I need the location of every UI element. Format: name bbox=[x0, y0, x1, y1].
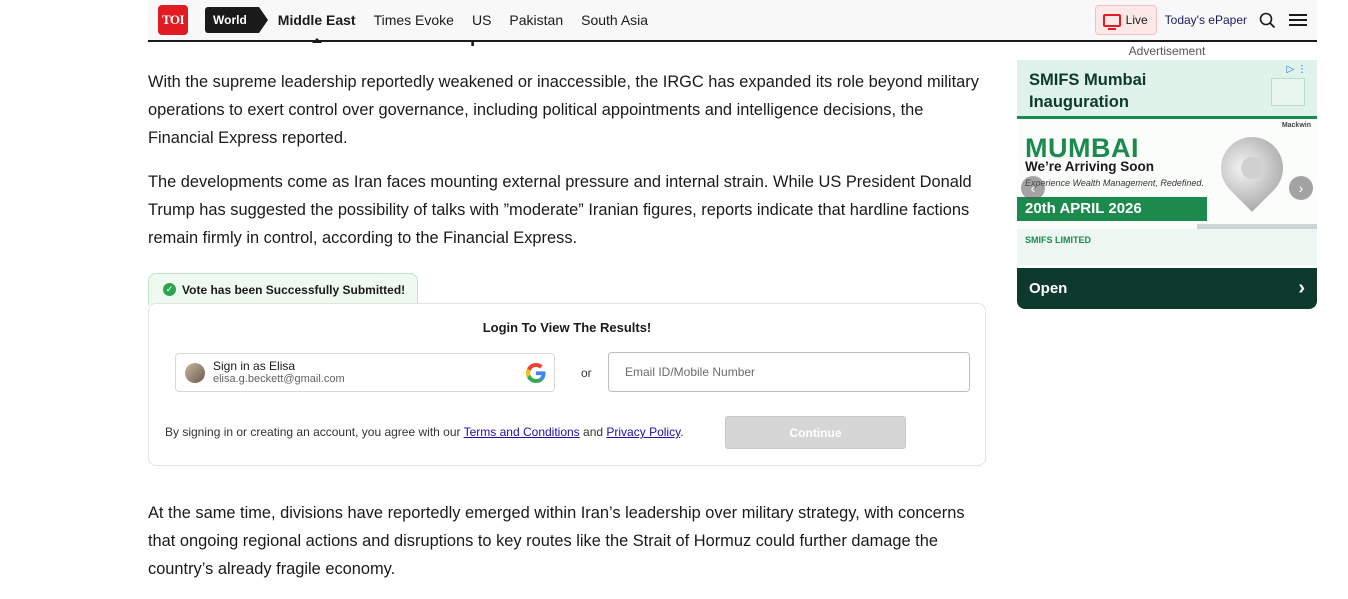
chevron-right-icon: › bbox=[1298, 277, 1305, 299]
terms-link[interactable]: Terms and Conditions bbox=[464, 425, 580, 439]
nav-item-us[interactable]: US bbox=[472, 0, 491, 41]
live-label: Live bbox=[1125, 13, 1148, 27]
login-results-card: Login To View The Results! Sign in as El… bbox=[148, 303, 986, 466]
nav-item-middle-east[interactable]: Middle East bbox=[278, 0, 356, 41]
article-paragraph: With the supreme leadership reportedly w… bbox=[148, 73, 979, 147]
sidebar-advertisement[interactable]: SMIFS Mumbai Inauguration ▷ ⋮ Mackwin MU… bbox=[1017, 60, 1317, 309]
search-button[interactable] bbox=[1256, 9, 1278, 31]
location-pin-hole bbox=[1241, 157, 1263, 179]
terms-notice: By signing in or creating an account, yo… bbox=[165, 425, 684, 439]
google-sign-in-button[interactable]: Sign in as Elisa elisa.g.beckett@gmail.c… bbox=[175, 353, 555, 392]
continue-button[interactable]: Continue bbox=[725, 416, 906, 449]
ad-cta-label: Open bbox=[1029, 280, 1068, 297]
ad-company-strip: SMIFS LIMITED bbox=[1017, 229, 1317, 265]
vote-status-text: Vote has been Successfully Submitted! bbox=[182, 282, 406, 297]
terms-and: and bbox=[579, 425, 607, 439]
nav-item-south-asia[interactable]: South Asia bbox=[581, 0, 648, 41]
carousel-prev-icon[interactable]: ‹ bbox=[1021, 176, 1045, 200]
or-divider: or bbox=[581, 366, 592, 380]
top-navigation-bar: TOI World Middle East Times Evoke US Pak… bbox=[148, 0, 1317, 42]
nav-item-pakistan[interactable]: Pakistan bbox=[509, 0, 563, 41]
smifs-logo: SMIFS LIMITED bbox=[1025, 235, 1091, 245]
ad-open-button[interactable]: Open › bbox=[1017, 268, 1317, 309]
ad-banner-image: Mackwin MUMBAI We’re Arriving Soon Exper… bbox=[1017, 116, 1317, 268]
email-mobile-input[interactable] bbox=[608, 352, 970, 392]
article-paragraph: At the same time, divisions have reporte… bbox=[148, 504, 965, 578]
terms-suffix: . bbox=[680, 425, 684, 439]
advertisement-label: Advertisement bbox=[1128, 44, 1206, 58]
ad-tagline: Experience Wealth Management, Redefined. bbox=[1025, 178, 1204, 188]
google-account-email: elisa.g.beckett@gmail.com bbox=[213, 372, 345, 385]
google-logo-icon bbox=[526, 363, 546, 383]
hamburger-menu-icon[interactable] bbox=[1287, 9, 1309, 31]
google-account-name: Sign in as Elisa bbox=[213, 358, 296, 373]
subsection-nav: Middle East Times Evoke US Pakistan Sout… bbox=[278, 0, 666, 41]
ad-title: SMIFS Mumbai Inauguration bbox=[1029, 71, 1147, 111]
google-account-info: Sign in as Elisa elisa.g.beckett@gmail.c… bbox=[213, 358, 345, 386]
check-circle-icon: ✓ bbox=[163, 283, 176, 296]
article-paragraph: The developments come as Iran faces moun… bbox=[148, 173, 972, 247]
login-title: Login To View The Results! bbox=[482, 320, 652, 335]
avatar bbox=[185, 362, 205, 383]
toi-logo[interactable]: TOI bbox=[158, 5, 188, 35]
epaper-link[interactable]: Today's ePaper bbox=[1165, 13, 1247, 27]
terms-prefix: By signing in or creating an account, yo… bbox=[165, 425, 464, 439]
tv-icon bbox=[1102, 13, 1121, 30]
privacy-policy-link[interactable]: Privacy Policy bbox=[606, 425, 680, 439]
section-world-label[interactable]: World bbox=[205, 7, 268, 33]
ad-brand-mark: Mackwin bbox=[1281, 122, 1311, 129]
ad-logo-icon bbox=[1271, 78, 1305, 106]
nav-item-times-evoke[interactable]: Times Evoke bbox=[374, 0, 454, 41]
ad-arriving-text: We’re Arriving Soon bbox=[1025, 159, 1155, 174]
ad-choices-icon[interactable]: ▷ ⋮ bbox=[1287, 64, 1307, 75]
search-icon bbox=[1259, 12, 1275, 28]
ad-header: SMIFS Mumbai Inauguration ▷ ⋮ bbox=[1017, 60, 1317, 116]
live-tv-button[interactable]: Live bbox=[1094, 5, 1157, 35]
carousel-next-icon[interactable]: › bbox=[1289, 176, 1313, 200]
vote-success-tab: ✓ Vote has been Successfully Submitted! bbox=[148, 273, 418, 305]
header-actions: Live Today's ePaper bbox=[1094, 5, 1309, 35]
ad-date: 20th APRIL 2026 bbox=[1017, 197, 1207, 221]
